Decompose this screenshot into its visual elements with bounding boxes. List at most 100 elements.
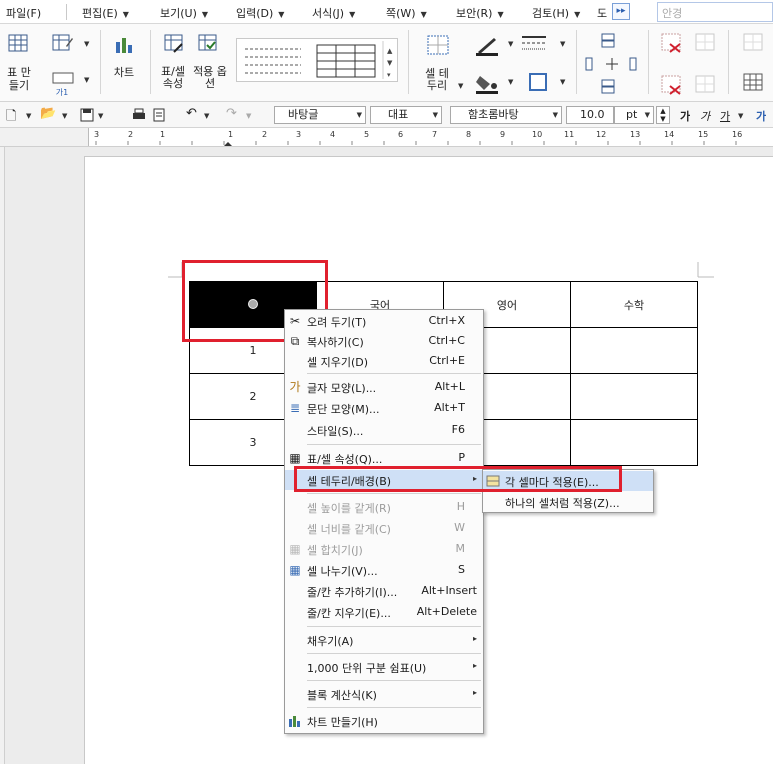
undo-icon[interactable]: ↶ <box>186 106 197 121</box>
italic-button[interactable]: 가 <box>700 108 710 124</box>
table-style-gallery[interactable]: ▲ ▼ ▾ <box>236 38 398 82</box>
chevron-down-icon[interactable]: ▼ <box>246 112 251 120</box>
menu-item-delete-row-col[interactable]: 줄/칸 지우기(E)... Alt+Delete <box>285 602 483 622</box>
menu-format-label: 서식(J) <box>312 7 345 20</box>
chart-icon[interactable] <box>114 36 134 54</box>
menu-item-label: 차트 만들기(H) <box>307 716 378 729</box>
ruler-number: 12 <box>596 130 607 139</box>
redo-icon[interactable]: ↷ <box>226 106 237 121</box>
line-style-icon[interactable] <box>520 34 548 52</box>
menu-item-thousands-comma[interactable]: 1,000 단위 구분 쉼표(U) ▸ <box>285 657 483 677</box>
menu-security[interactable]: 보안(R) ▼ <box>456 5 504 21</box>
ribbon-divider <box>648 30 649 94</box>
underline-button[interactable]: 가 <box>720 108 730 124</box>
cell-border-label[interactable]: 셀 테두리 <box>422 68 452 92</box>
table-grid-icon[interactable] <box>742 72 766 94</box>
table-grid-icon[interactable] <box>8 34 28 52</box>
menu-item-split-cells[interactable]: ▦ 셀 나누기(V)... S <box>285 560 483 580</box>
apply-options-icon[interactable] <box>198 34 218 54</box>
menu-item-merge-cells[interactable]: ▦ 셀 합치기(J) M <box>285 539 483 559</box>
table-cell[interactable] <box>570 419 698 466</box>
font-color-icon[interactable]: 가 <box>756 108 766 124</box>
insert-row-below-icon[interactable] <box>598 78 618 96</box>
font-size-input[interactable]: 10.0 <box>566 106 614 124</box>
ruler-number: 5 <box>364 130 370 139</box>
fill-color-icon[interactable] <box>474 72 500 94</box>
chevron-down-icon[interactable]: ▼ <box>560 78 565 86</box>
chevron-down-icon[interactable]: ▼ <box>204 112 209 120</box>
menu-edit[interactable]: 편집(E) ▼ <box>82 5 129 21</box>
menu-item-label: 문단 모양(M)... <box>307 403 380 416</box>
open-folder-icon[interactable]: 📂 <box>40 106 56 121</box>
unit-select[interactable]: pt ▼ <box>614 106 654 124</box>
delete-row-icon[interactable] <box>660 32 684 54</box>
menu-more-icon[interactable]: ▸▸ <box>612 3 630 20</box>
chevron-down-icon[interactable]: ▼ <box>84 76 89 84</box>
table-cell[interactable] <box>570 327 698 374</box>
menu-item-label: 복사하기(C) <box>307 336 364 349</box>
menu-item-clear-cell[interactable]: 셀 지우기(D) Ctrl+E <box>285 351 483 371</box>
chevron-down-icon[interactable]: ▼ <box>508 78 513 86</box>
menu-format[interactable]: 서식(J) ▼ <box>312 5 355 21</box>
bold-button[interactable]: 가 <box>680 108 690 124</box>
style-select[interactable]: 바탕글 ▼ <box>274 106 366 124</box>
insert-col-icon[interactable] <box>584 54 640 74</box>
menu-tools[interactable]: 도 <box>597 5 607 21</box>
cell-border-icon[interactable] <box>426 34 450 56</box>
menu-item-table-props[interactable]: ▦ 표/셀 속성(Q)... P <box>285 448 483 468</box>
menu-page[interactable]: 쪽(W) ▼ <box>386 5 427 21</box>
chevron-down-icon[interactable]: ▼ <box>560 40 565 48</box>
chevron-down-icon[interactable]: ▼ <box>98 112 103 120</box>
menu-divider <box>307 493 481 494</box>
menu-item-block-formula[interactable]: 블록 계산식(K) ▸ <box>285 684 483 704</box>
font-shape-icon: 가 <box>289 380 301 394</box>
border-type-icon[interactable] <box>528 72 548 92</box>
new-document-icon[interactable]: 🗋 <box>6 107 16 129</box>
chevron-down-icon[interactable]: ▼ <box>84 40 89 48</box>
table-header-cell[interactable]: 수학 <box>570 281 698 328</box>
table-props-label[interactable]: 표/셀 속성 <box>156 66 190 90</box>
insert-row-above-icon[interactable] <box>598 32 618 50</box>
preview-icon[interactable] <box>152 108 166 122</box>
search-input[interactable]: 안경 <box>657 2 773 22</box>
menu-item-style[interactable]: 스타일(S)... F6 <box>285 420 483 440</box>
chevron-down-icon[interactable]: ▼ <box>508 40 513 48</box>
chart-icon <box>288 714 302 728</box>
menu-item-make-chart[interactable]: 차트 만들기(H) <box>285 711 483 731</box>
menu-insert[interactable]: 입력(D) ▼ <box>236 5 284 21</box>
menu-item-para-shape[interactable]: ≣ 문단 모양(M)... Alt+T <box>285 398 483 418</box>
submenu-item-as-one-cell[interactable]: 하나의 셀처럼 적용(Z)... <box>483 492 653 512</box>
table-props-icon[interactable] <box>164 34 184 54</box>
chevron-down-icon[interactable]: ▼ <box>62 112 67 120</box>
chart-label[interactable]: 차트 <box>108 66 140 79</box>
menu-page-label: 쪽(W) <box>386 7 416 20</box>
delete-col-icon[interactable] <box>660 74 684 96</box>
print-icon[interactable] <box>132 108 146 122</box>
menu-item-char-shape[interactable]: 가 글자 모양(L)... Alt+L <box>285 377 483 397</box>
menu-item-cut[interactable]: ✂ 오려 두기(T) Ctrl+X <box>285 311 483 331</box>
menu-review[interactable]: 검토(H) ▼ <box>532 5 580 21</box>
menu-file[interactable]: 파일(F) <box>6 5 41 21</box>
apply-options-label[interactable]: 적용 옵션 <box>192 66 228 90</box>
menu-view[interactable]: 보기(U) ▼ <box>160 5 208 21</box>
table-edit-icon[interactable] <box>52 34 74 52</box>
menu-edit-label: 편집(E) <box>82 7 118 20</box>
font-select[interactable]: 함초롬바탕 ▼ <box>450 106 562 124</box>
menu-item-add-row-col[interactable]: 줄/칸 추가하기(I)... Alt+Insert <box>285 581 483 601</box>
menu-item-shortcut: Alt+L <box>434 380 465 393</box>
save-icon[interactable] <box>80 108 94 122</box>
menu-item-equal-height[interactable]: 셀 높이를 같게(R) H <box>285 497 483 517</box>
chevron-down-icon[interactable]: ▼ <box>738 112 743 120</box>
para-style-select[interactable]: 대표 ▼ <box>370 106 442 124</box>
line-color-icon[interactable] <box>474 34 500 56</box>
chevron-down-icon[interactable]: ▼ <box>26 112 31 120</box>
table-cell[interactable] <box>570 373 698 420</box>
menu-item-copy[interactable]: ⧉ 복사하기(C) Ctrl+C <box>285 331 483 351</box>
split-icon: ▦ <box>289 563 301 577</box>
menu-item-fill[interactable]: 채우기(A) ▸ <box>285 630 483 650</box>
table-make-label[interactable]: 표 만들기 <box>4 66 34 92</box>
chevron-down-icon[interactable]: ▼ <box>458 82 463 90</box>
size-stepper[interactable]: ▲ ▼ <box>656 106 670 124</box>
menu-item-equal-width[interactable]: 셀 너비를 같게(C) W <box>285 518 483 538</box>
caption-label: 가1 <box>55 88 69 97</box>
